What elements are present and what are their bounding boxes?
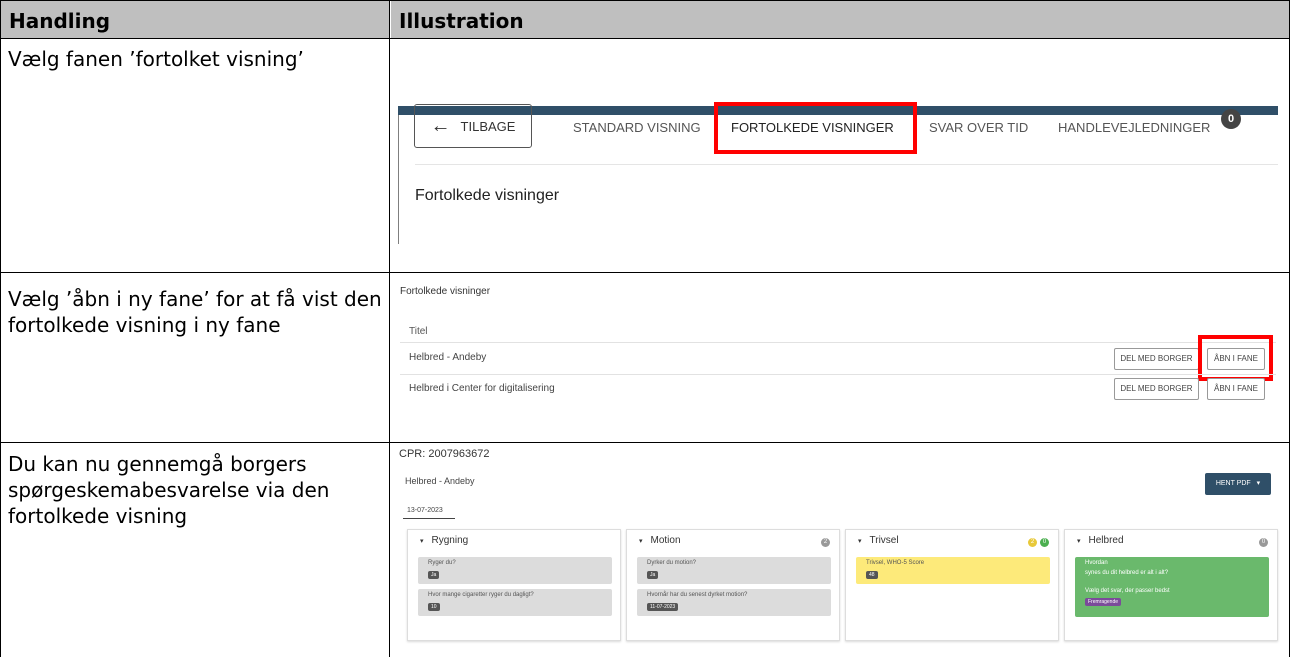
illustration-tabs: ← TILBAGE STANDARD VISNING FORTOLKEDE VI… [398, 102, 1278, 244]
question-box: Hvordan synes du dit helbred er alt i al… [1075, 557, 1269, 617]
notification-badge: 0 [1221, 109, 1241, 129]
open-tab-button[interactable]: ÅBN I FANE [1207, 378, 1265, 400]
illustration-dashboard: CPR: 2007963672 Helbred - Andeby HENT PD… [393, 444, 1286, 656]
question: Ryger du? [428, 560, 456, 566]
card-motion: ▾ Motion 2 Dyrker du motion? Ja Hvornår h… [626, 529, 840, 641]
share-button[interactable]: DEL MED BORGER [1114, 378, 1199, 400]
question: Hvornår har du senest dyrket motion? [647, 592, 748, 598]
question-box: Ryger du? Ja [418, 557, 612, 584]
date-tab[interactable]: 13-07-2023 [407, 507, 443, 514]
answer: Fremragende [1085, 598, 1122, 606]
card-header[interactable]: ▾ Rygning [420, 535, 468, 546]
tab-standard[interactable]: STANDARD VISNING [573, 120, 701, 135]
question: Dyrker du motion? [647, 560, 697, 566]
left-edge [398, 115, 399, 244]
pdf-label: HENT PDF [1215, 480, 1251, 487]
divider [415, 164, 1278, 165]
chevron-down-icon: ▾ [858, 538, 862, 545]
question: Trivsel, WHO-5 Score [866, 560, 925, 566]
card-title: Rygning [431, 535, 469, 546]
count-badge: 2 [821, 538, 830, 547]
date-tab-underline [403, 518, 455, 519]
cpr-label: CPR: 2007963672 [399, 448, 490, 460]
question: Vælg det svar, der passer bedst [1085, 588, 1170, 594]
chevron-down-icon: ▾ [1077, 538, 1081, 545]
header-illustration: Illustration [391, 0, 1289, 38]
answer: Ja [428, 571, 440, 579]
share-button[interactable]: DEL MED BORGER [1114, 348, 1199, 370]
header-handling: Handling [1, 0, 389, 38]
card-helbred: ▾ Helbred 0 Hvordan synes du dit helbred … [1064, 529, 1278, 641]
divider [400, 374, 1276, 375]
question-box: Hvor mange cigaretter ryger du dagligt? … [418, 589, 612, 616]
answer: 10 [428, 603, 440, 611]
question-box: Hvornår har du senest dyrket motion? 11-… [637, 589, 831, 616]
question: Hvordan [1085, 560, 1108, 566]
chevron-down-icon: ▾ [420, 538, 424, 545]
card-header[interactable]: ▾ Trivsel [858, 535, 899, 546]
count-badge: 0 [1040, 538, 1049, 547]
table-border-top [0, 0, 1290, 1]
count-badge: 2 [1028, 538, 1037, 547]
question-box: Dyrker du motion? Ja [637, 557, 831, 584]
card-header[interactable]: ▾ Motion [639, 535, 681, 546]
section-title: Fortolkede visninger [415, 187, 560, 204]
download-pdf-button[interactable]: HENT PDF ▾ [1205, 473, 1271, 495]
answer: 48 [866, 571, 878, 579]
table-border [0, 38, 1290, 39]
question-box: Trivsel, WHO-5 Score 48 [856, 557, 1050, 584]
row3-action: Du kan nu gennemgå borgers spørgeskemabe… [8, 452, 330, 528]
tab-svar-over-tid[interactable]: SVAR OVER TID [929, 120, 1028, 135]
table-border [0, 272, 1290, 273]
instruction-table: Handling Illustration Vælg fanen ’fortol… [0, 0, 1290, 657]
back-button[interactable]: ← TILBAGE [414, 104, 532, 148]
answer: 11-07-2023 [647, 603, 679, 611]
table-border-left [0, 0, 1, 657]
chevron-down-icon: ▾ [639, 538, 643, 545]
card-title: Trivsel [869, 535, 899, 546]
question: synes du dit helbred er alt i alt? [1085, 570, 1169, 576]
divider [400, 342, 1276, 343]
row1-action: Vælg fanen ’fortolket visning’ [8, 47, 304, 71]
answer: Ja [647, 571, 659, 579]
column-title: Titel [409, 326, 428, 337]
arrow-left-icon: ← [430, 115, 451, 137]
card-rygning: ▾ Rygning Ryger du? Ja Hvor mange cigaret… [407, 529, 621, 641]
count-badge: 0 [1259, 538, 1268, 547]
chevron-down-icon: ▾ [1256, 480, 1261, 487]
illustration-list: Fortolkede visninger Titel Helbred - And… [393, 281, 1286, 441]
question: Hvor mange cigaretter ryger du dagligt? [428, 592, 534, 598]
tab-handlevejledninger[interactable]: HANDLEVEJLEDNINGER [1058, 120, 1210, 135]
table-border [0, 442, 1290, 443]
list-row-title: Helbred - Andeby [409, 352, 487, 363]
card-title: Helbred [1088, 535, 1124, 546]
list-heading: Fortolkede visninger [400, 286, 491, 297]
card-title: Motion [650, 535, 681, 546]
list-row-title: Helbred i Center for digitalisering [409, 383, 555, 394]
card-trivsel: ▾ Trivsel 2 0 Trivsel, WHO-5 Score 48 [845, 529, 1059, 641]
back-label: TILBAGE [460, 118, 516, 134]
row2-action: Vælg ’åbn i ny fane’ for at få vist den … [8, 287, 382, 337]
table-border-middle [389, 0, 390, 657]
highlight-box [714, 102, 917, 154]
dashboard-subtitle: Helbred - Andeby [405, 476, 475, 486]
card-header[interactable]: ▾ Helbred [1077, 535, 1124, 546]
